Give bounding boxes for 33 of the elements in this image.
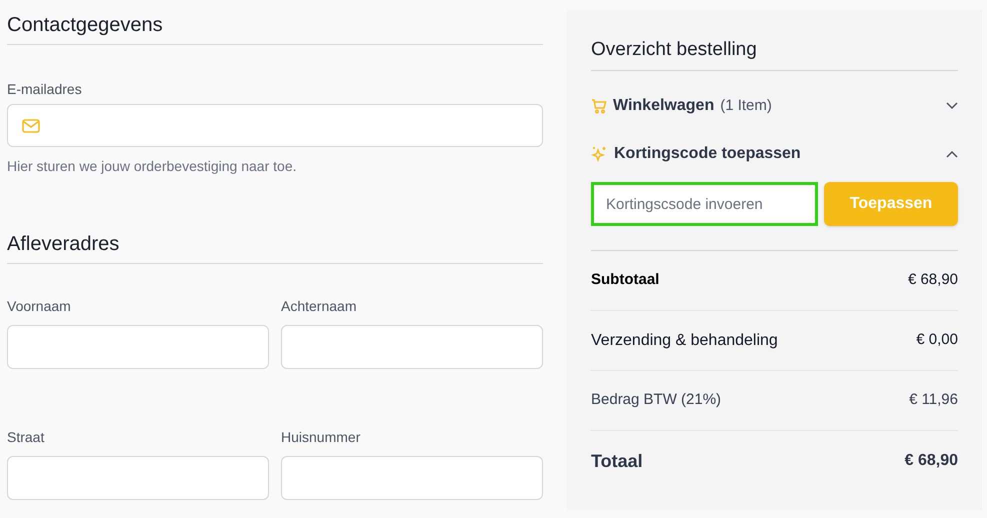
accordion-title: Winkelwagen <box>613 96 714 116</box>
summary-label: Subtotaal <box>591 270 660 290</box>
chevron-up-icon[interactable] <box>946 150 958 158</box>
summary-value: € 68,90 <box>908 270 958 290</box>
text-field[interactable] <box>7 456 269 500</box>
summary-label: Bedrag BTW (21%) <box>591 390 722 410</box>
help-text: Hier sturen we jouw orderbevestiging naar toe. <box>7 157 298 176</box>
field-label: E-mailadres <box>7 80 83 99</box>
text-field[interactable] <box>7 325 269 369</box>
summary-value: € 11,96 <box>909 390 958 410</box>
field-label: Huisnummer <box>281 428 360 447</box>
field-label: Voornaam <box>7 297 71 316</box>
section-title: Contactgegevens <box>7 13 164 34</box>
accordion-header[interactable]: Kortingscode toepassen <box>591 142 958 166</box>
section-title: Afleveradres <box>7 232 120 253</box>
summary-label: Verzending & behandeling <box>591 330 778 350</box>
summary-value: € 68,90 <box>904 451 958 471</box>
text-field[interactable] <box>281 456 543 500</box>
discount-code-field[interactable]: Kortingscsode invoeren <box>591 182 818 226</box>
summary-value: € 0,00 <box>916 330 958 350</box>
email-field[interactable] <box>7 104 543 147</box>
panel-title: Overzicht bestelling <box>591 38 758 60</box>
summary-label: Totaal <box>591 450 643 472</box>
sparkle-icon <box>591 146 608 162</box>
field-label: Straat <box>7 428 44 447</box>
accordion-header[interactable]: Winkelwagen (1 Item) <box>591 94 958 118</box>
field-label: Achternaam <box>281 297 356 316</box>
chevron-down-icon[interactable] <box>946 102 958 110</box>
cart-icon <box>591 98 607 114</box>
item-count: (1 Item) <box>720 96 772 116</box>
mail-icon <box>22 118 40 132</box>
text-field[interactable] <box>281 325 543 369</box>
accordion-title: Kortingscode toepassen <box>614 144 801 164</box>
